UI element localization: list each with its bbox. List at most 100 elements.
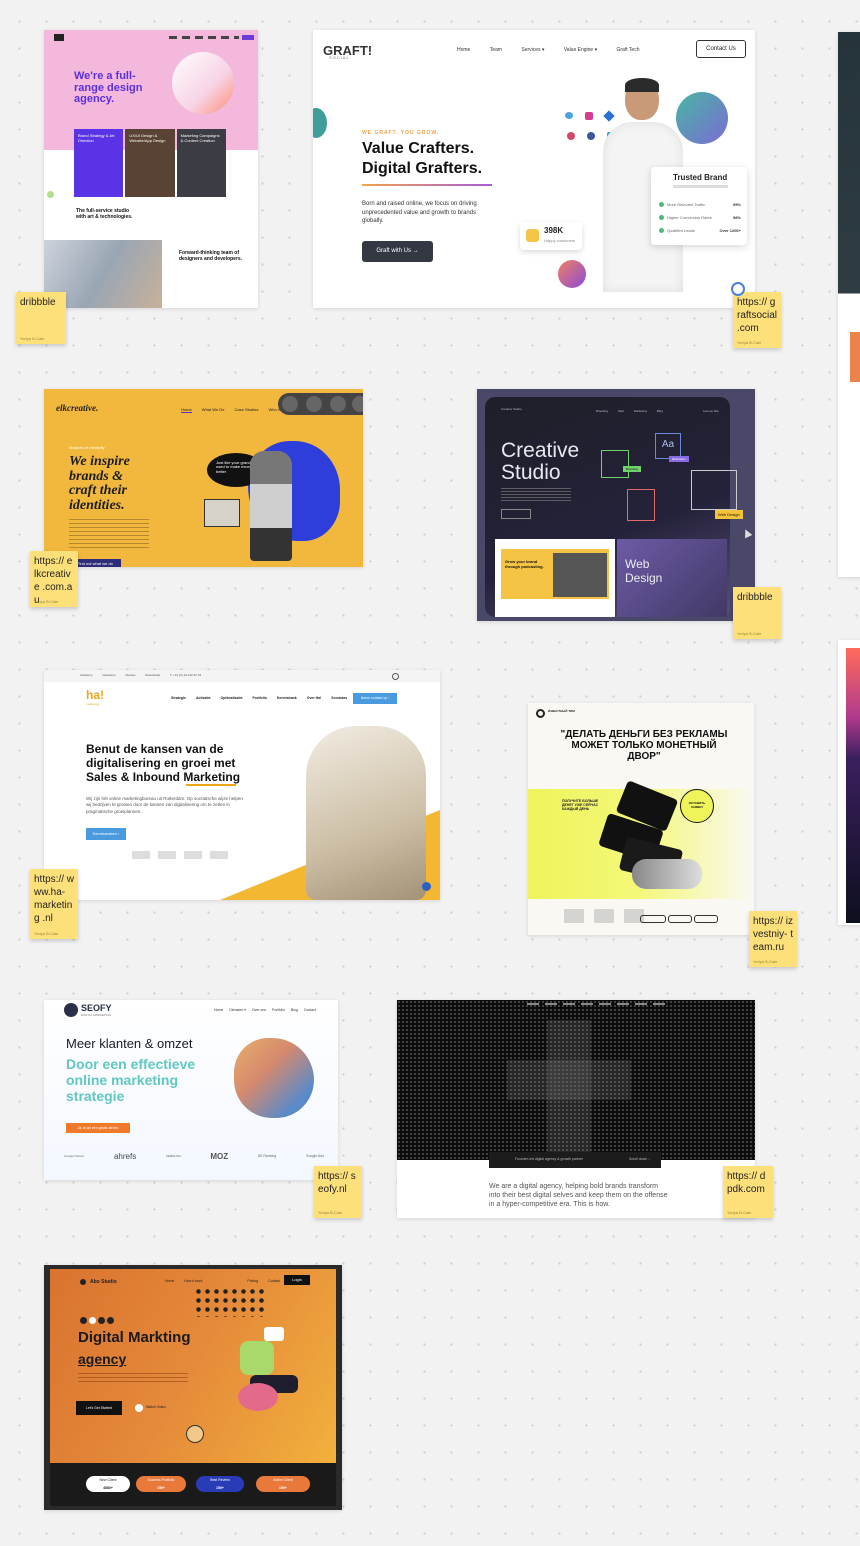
izvestniy-hand (632, 859, 702, 889)
graft-nav-value-engine[interactable]: Value Engine ▾ (564, 47, 597, 53)
ha-nav-over-ha[interactable]: Over Ha! (307, 696, 322, 700)
ha-contact-button[interactable]: Neem contact op › (353, 693, 397, 704)
elkcreative-card[interactable]: elkcreative. Home What We Do Case Studie… (44, 389, 363, 567)
ha-nav-portfolio[interactable]: Portfolio (253, 696, 267, 700)
dpdk-cross-bar (507, 1060, 631, 1100)
sticky-note-dribbble-2[interactable]: dribbble Yoriya B-Cale (733, 587, 781, 639)
abo-watch-video[interactable]: Watch Video (146, 1405, 166, 1409)
design-agency-card[interactable]: We're a full-range design agency. Brand … (44, 30, 258, 308)
seofy-nav-blog[interactable]: Blog (291, 1008, 298, 1012)
graft-nav-home[interactable]: Home (457, 47, 470, 53)
studio-menu: Branding Web Marketing Blog (587, 409, 663, 413)
edge-card-gradient[interactable] (838, 640, 860, 925)
sticky-note-graftsocial[interactable]: https:// graftsocial .com Yoriya B-Cale (733, 292, 781, 348)
studio-nav-label[interactable]: Leteme Idle (703, 409, 719, 413)
seofy-nav-contact[interactable]: Contact (304, 1008, 316, 1012)
abo-nav-pricing[interactable]: Pricing (247, 1279, 258, 1283)
abo-login-button[interactable]: Login (284, 1275, 310, 1285)
seofy-nav-over-ons[interactable]: Over ons (252, 1008, 266, 1012)
more-vertical-icon[interactable] (306, 396, 322, 412)
facebook-icon[interactable] (587, 132, 595, 140)
dpdk-bar-right[interactable]: Scroll down ↓ (629, 1157, 650, 1161)
sticky-note-elkcreative[interactable]: https:// elkcreative .com.au Yoriya B-Cal… (30, 551, 78, 607)
studio-menu-marketing[interactable]: Marketing (634, 409, 647, 413)
graft-cta-button[interactable]: Graft with Us → (362, 241, 433, 262)
sticky-note-dpdk[interactable]: https:// dpdk.com Yoriya B-Cale (723, 1166, 773, 1218)
sticky-note-seofy[interactable]: https:// seofy.nl Yoriya B-Cale (314, 1166, 362, 1218)
seofy-nav-home[interactable]: Home (214, 1008, 223, 1012)
agency-nav-cta[interactable] (242, 35, 254, 40)
sticky-note-izvestniy[interactable]: https:// izvestniy- team.ru Yoriya B-Cale (749, 911, 797, 967)
abo-cta-button[interactable]: Let's Get Started (76, 1401, 122, 1415)
settings-icon[interactable] (282, 396, 298, 412)
ha-nav-seminars[interactable]: Seminars (331, 696, 347, 700)
ha-nav-strategie[interactable]: Strategie (171, 696, 186, 700)
studio-learn-button[interactable] (501, 509, 531, 519)
seofy-nav-portfolio[interactable]: Portfolio (272, 1008, 285, 1012)
collaborator-avatar[interactable] (731, 282, 745, 296)
ha-nav-optimalisatie[interactable]: Optimalisatie (221, 696, 243, 700)
abo-nav-home[interactable]: Home (165, 1279, 174, 1283)
ha-corner-button[interactable] (422, 882, 431, 891)
ha-nav-activatie[interactable]: Activatie (196, 696, 211, 700)
graft-nav-services[interactable]: Services ▾ (521, 47, 544, 53)
ha-marketing-card[interactable]: Academy Vacatures Nieuws Downloads T: +3… (44, 670, 440, 900)
seofy-card[interactable]: SEOFY DIGITAL MARKETING Home Diensten ▾ … (44, 1000, 338, 1180)
seofy-subhead-2: online marketing (66, 1072, 179, 1088)
instagram-icon[interactable] (585, 112, 593, 120)
graft-stat-value: 398K (544, 226, 564, 235)
footer-pill[interactable] (694, 915, 718, 923)
creative-studio-card[interactable]: Creative Studio Branding Web Marketing B… (477, 389, 755, 621)
graft-headline-1: Value Crafters. (362, 140, 475, 157)
izvestniy-card[interactable]: ИЗВЕСТНЫЙ ТИМ "ДЕЛАТЬ ДЕНЬГИ БЕЗ РЕКЛАМЫ… (528, 703, 754, 935)
ha-top-downloads[interactable]: Downloads (145, 673, 160, 677)
sticky-note-dribbble-1[interactable]: dribbble Yoriya B-Cale (16, 292, 66, 344)
graft-trusted-title: Trusted Brand (673, 173, 728, 182)
play-icon[interactable] (135, 1404, 143, 1412)
abo-nav-contact[interactable]: Contact (268, 1279, 280, 1283)
ha-nav-kennisbank[interactable]: Kennisbank (277, 696, 297, 700)
agency-tile-3[interactable]: Marketing Campaigns & Content Creation (176, 129, 226, 197)
footer-pill[interactable] (668, 915, 692, 923)
studio-icon-box-1 (601, 450, 629, 478)
graft-contact-button[interactable]: Contact Us (696, 40, 746, 58)
elk-nav-home[interactable]: Home (181, 407, 192, 413)
izvestniy-cta-text[interactable]: ОСТАВИТЬ ЗАЯВКУ (683, 801, 711, 809)
ha-top-nieuws[interactable]: Nieuws (126, 673, 136, 677)
ha-top-academy[interactable]: Academy (80, 673, 93, 677)
graft-social-card[interactable]: GRAFT! SOCIAL Home Team Services ▾ Value… (313, 30, 755, 308)
seofy-cta-button[interactable]: Ja, ik wil een gratis advies (66, 1123, 130, 1133)
agency-side-dot[interactable] (47, 191, 54, 198)
abo-scroll-badge[interactable] (186, 1425, 204, 1443)
elk-kicker: Masters of creativity. (69, 445, 106, 450)
seofy-nav-diensten[interactable]: Diensten ▾ (229, 1008, 246, 1012)
studio-menu-blog[interactable]: Blog (657, 409, 663, 413)
dpdk-card[interactable]: Founder-led digital agency & growth part… (397, 1000, 755, 1218)
chevron-right-icon[interactable] (352, 396, 363, 412)
ha-cta-button[interactable]: Kennismaken › (86, 828, 126, 840)
abo-nav-how-it-work[interactable]: How it work (184, 1279, 202, 1283)
seofy-logos-row: Google Partner ahrefs SEMRUSH MOZ SE Ran… (64, 1150, 324, 1162)
graft-nav-team[interactable]: Team (490, 47, 502, 53)
studio-menu-branding[interactable]: Branding (596, 409, 608, 413)
studio-podcast-panel: Grow your brand through podcasting. (495, 539, 615, 617)
footer-pill[interactable] (640, 915, 666, 923)
dot (98, 1317, 105, 1324)
twitter-icon[interactable] (565, 112, 573, 119)
ha-top-vacatures[interactable]: Vacatures (102, 673, 115, 677)
ha-top-phone[interactable]: T: +31 (0) 10 412 22 78 (170, 673, 201, 677)
elk-nav-case-studies[interactable]: Case Studies (235, 407, 259, 412)
agency-tile-2[interactable]: UX/UI Design & Website/App Design (125, 129, 175, 197)
graft-nav-graft-tech[interactable]: Graft Tech (617, 47, 640, 53)
abo-studio-card[interactable]: Abo Studio Home How it work Pricing Cont… (44, 1265, 342, 1510)
chevron-left-icon[interactable] (330, 396, 346, 412)
dribbble-icon[interactable] (567, 132, 575, 140)
agency-tile-1[interactable]: Brand Strategy & Art Direction (74, 129, 124, 197)
search-icon[interactable] (392, 673, 399, 680)
sticky-note-ha-marketing[interactable]: https:// www.ha- marketing .nl Yoriya B-C… (30, 869, 78, 939)
edge-card-dark[interactable] (838, 32, 860, 577)
cursor-icon (741, 527, 753, 539)
studio-menu-web[interactable]: Web (618, 409, 624, 413)
abo-megaphone (264, 1327, 284, 1341)
elk-nav-what-we-do[interactable]: What We Do (202, 407, 225, 412)
